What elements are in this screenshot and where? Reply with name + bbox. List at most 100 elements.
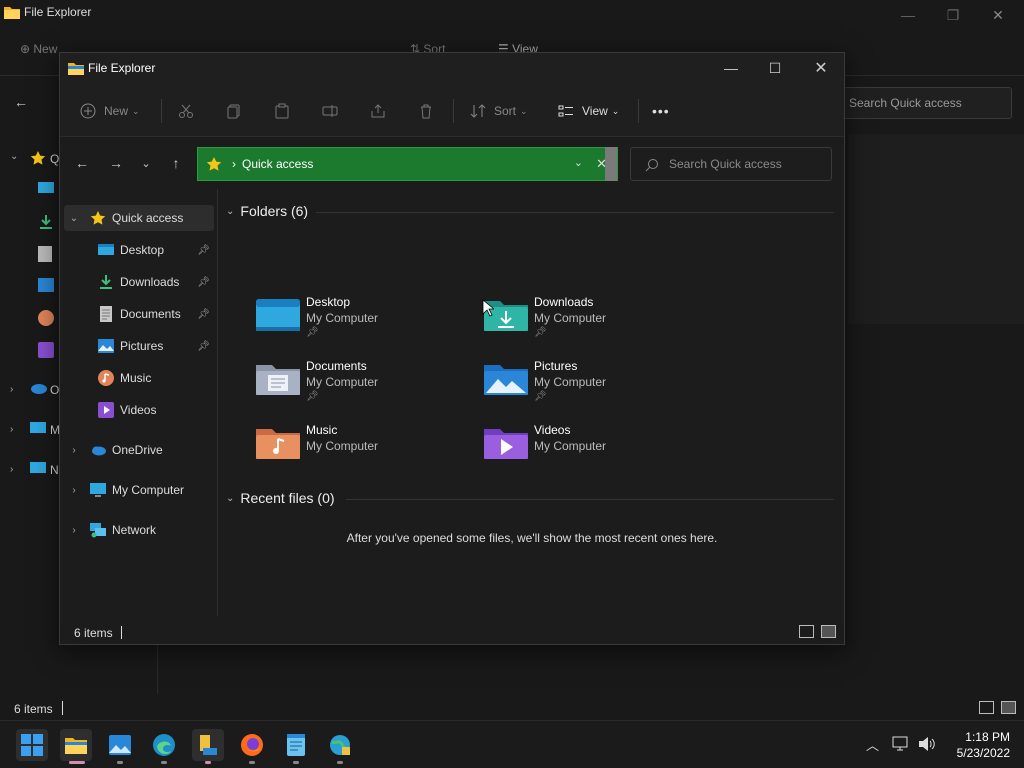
recent-locations-icon[interactable]: ⌄: [136, 153, 156, 173]
bg-cloud-icon: [31, 384, 47, 394]
forward-arrow-icon[interactable]: →: [106, 153, 126, 173]
pictures-icon: [98, 339, 114, 353]
start-button[interactable]: [16, 729, 48, 761]
sidebar-item-label: Downloads: [120, 275, 180, 289]
bg-titlebar: File Explorer — ❐ ✕: [0, 0, 1024, 30]
taskbar-notepad[interactable]: [280, 729, 312, 761]
bg-desktop-icon: [38, 182, 54, 193]
collapse-chevron-icon[interactable]: ⌄: [68, 213, 80, 224]
sidebar-item-network[interactable]: › Network: [64, 517, 214, 543]
folder-tile-music[interactable]: Music My Computer: [256, 421, 476, 477]
expand-chevron-icon[interactable]: ›: [68, 485, 80, 496]
expand-chevron-icon[interactable]: ›: [68, 525, 80, 536]
cut-button[interactable]: [178, 99, 194, 123]
address-bar[interactable]: › Quick access ⌄ ✕: [197, 147, 618, 181]
documents-folder-icon: [256, 365, 300, 395]
sidebar-item-label: Pictures: [120, 339, 164, 353]
folder-tile-downloads[interactable]: Downloads My Computer 📌︎: [484, 293, 704, 349]
close-button[interactable]: ✕: [798, 53, 844, 83]
address-dropdown-icon[interactable]: ⌄: [574, 156, 583, 169]
delete-button[interactable]: [418, 99, 434, 123]
music-folder-icon: [256, 429, 300, 459]
copy-button[interactable]: [226, 99, 242, 123]
bg-new-button[interactable]: ⊕ New: [20, 42, 57, 56]
volume-icon[interactable]: [918, 736, 936, 752]
show-hidden-icons-chevron-icon[interactable]: ︿: [866, 735, 879, 754]
folder-tile-videos[interactable]: Videos My Computer: [484, 421, 704, 477]
system-clock[interactable]: 1:18 PM 5/23/2022: [940, 729, 1010, 761]
share-button[interactable]: [370, 99, 386, 123]
pin-icon: 📌︎: [197, 276, 210, 288]
up-arrow-icon[interactable]: ↑: [166, 153, 186, 173]
folder-tile-pictures[interactable]: Pictures My Computer 📌︎: [484, 357, 704, 413]
bg-details-view-icon[interactable]: [979, 701, 994, 714]
back-arrow-icon[interactable]: ←: [72, 153, 92, 173]
paste-button[interactable]: [274, 99, 290, 123]
taskbar-file-explorer-pinned[interactable]: [192, 729, 224, 761]
taskbar-edge[interactable]: [148, 729, 180, 761]
sidebar-item-label: My Computer: [112, 483, 185, 497]
view-label: View: [582, 104, 608, 118]
bg-network-expand-icon[interactable]: ›: [10, 464, 13, 475]
sidebar-item-pictures[interactable]: Pictures 📌︎: [64, 333, 214, 359]
bg-minimize-button[interactable]: —: [885, 0, 931, 30]
window-title: File Explorer: [88, 61, 156, 75]
videos-icon: [98, 402, 114, 418]
rename-button[interactable]: [322, 99, 338, 123]
network-status-icon[interactable]: [892, 736, 910, 752]
folder-tile-documents[interactable]: Documents My Computer 📌︎: [256, 357, 476, 413]
file-explorer-window: File Explorer — ☐ ✕ New ⌄ Sort ⌄ View ⌄ …: [59, 52, 845, 645]
taskbar-file-explorer[interactable]: [60, 729, 92, 761]
maximize-button[interactable]: ☐: [752, 53, 798, 83]
folders-group-header[interactable]: ⌄ Folders (6): [226, 203, 308, 219]
minimize-button[interactable]: —: [708, 53, 754, 83]
taskbar-photos[interactable]: [104, 729, 136, 761]
folder-tile-desktop[interactable]: Desktop My Computer 📌︎: [256, 293, 476, 349]
taskbar-network-globe[interactable]: [324, 729, 356, 761]
bg-expand-icon[interactable]: ⌄: [10, 151, 18, 162]
new-button[interactable]: New ⌄: [80, 99, 140, 123]
edge-icon: [153, 734, 175, 756]
toolbar-divider: [161, 99, 162, 123]
chevron-down-icon: ⌄: [132, 105, 140, 116]
sidebar-item-onedrive[interactable]: › OneDrive: [64, 437, 214, 463]
sidebar-item-videos[interactable]: Videos: [64, 397, 214, 423]
tiles-view-icon[interactable]: [821, 625, 836, 638]
bg-back-icon[interactable]: ←: [14, 94, 28, 110]
expand-chevron-icon[interactable]: ›: [68, 445, 80, 456]
bg-sidebar-letter-o: O: [50, 383, 60, 397]
sidebar-item-desktop[interactable]: Desktop 📌︎: [64, 237, 214, 263]
bg-computer-expand-icon[interactable]: ›: [10, 424, 13, 435]
view-button[interactable]: View ⌄: [558, 99, 619, 123]
sidebar-item-documents[interactable]: Documents 📌︎: [64, 301, 214, 327]
search-input[interactable]: Search Quick access: [630, 147, 832, 181]
chevron-down-icon: ⌄: [520, 105, 528, 116]
running-indicator: [205, 761, 211, 764]
folder-icon: [68, 63, 84, 75]
taskbar-firefox[interactable]: [236, 729, 268, 761]
details-view-icon[interactable]: [799, 625, 814, 638]
sort-button[interactable]: Sort ⌄: [470, 99, 528, 123]
bg-tiles-view-icon[interactable]: [1001, 701, 1016, 714]
sidebar-item-quick-access[interactable]: ⌄ Quick access: [64, 205, 214, 231]
item-count: 6 items: [74, 626, 113, 640]
sidebar-item-my-computer[interactable]: › My Computer: [64, 477, 214, 503]
bg-close-button[interactable]: ✕: [975, 0, 1021, 30]
content-pane: ⌄ Folders (6) Desktop My Computer 📌︎ Dow…: [220, 189, 844, 616]
address-scrollbar[interactable]: [605, 147, 617, 181]
sidebar-item-music[interactable]: Music: [64, 365, 214, 391]
sidebar-item-downloads[interactable]: Downloads 📌︎: [64, 269, 214, 295]
group-divider: [316, 212, 834, 213]
more-options-button[interactable]: •••: [652, 99, 670, 123]
recent-group-header[interactable]: ⌄ Recent files (0): [226, 490, 335, 506]
bg-search-input[interactable]: Search Quick access: [840, 87, 1012, 119]
bg-maximize-button[interactable]: ❐: [930, 0, 976, 30]
toolbar-divider: [638, 99, 639, 123]
folder-name: Downloads: [534, 295, 594, 309]
file-explorer-icon: [65, 738, 87, 754]
bg-onedrive-expand-icon[interactable]: ›: [10, 384, 13, 395]
address-location: Quick access: [242, 157, 314, 171]
folders-group-title: Folders (6): [240, 203, 309, 219]
pin-icon: 📌︎: [534, 327, 547, 338]
bg-window-title: File Explorer: [24, 5, 92, 19]
